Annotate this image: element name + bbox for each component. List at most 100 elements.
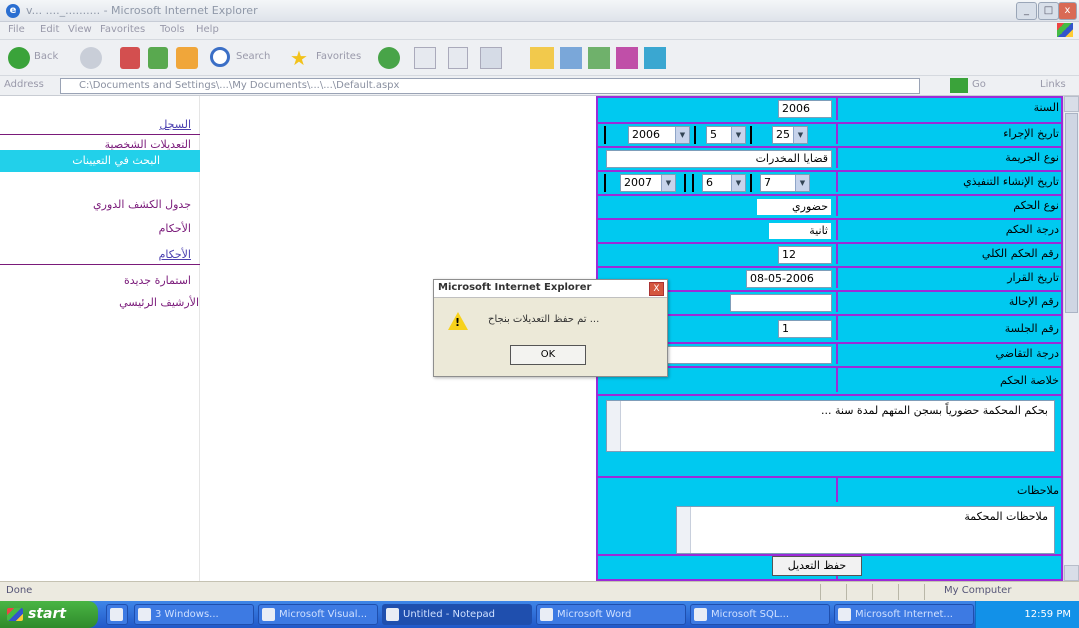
edit-page-icon[interactable]	[480, 47, 502, 69]
column-separator	[836, 268, 838, 288]
favorites-star-icon[interactable]: ★	[290, 47, 312, 69]
verdict-degree-field[interactable]: ثانية	[768, 222, 832, 240]
verdict-type-field[interactable]: حضوري	[756, 198, 832, 216]
session-number-label: رقم الجلسة	[1004, 322, 1059, 335]
crime-type-field[interactable]: قضايا المخدرات	[606, 150, 832, 168]
chevron-down-icon: ▼	[795, 175, 809, 191]
save-changes-button[interactable]: حفظ التعديل	[772, 556, 862, 576]
menu-tools[interactable]: Tools	[160, 24, 185, 35]
task-item[interactable]: Microsoft SQL...	[690, 604, 830, 625]
decision-date-field[interactable]: 08-05-2006	[746, 270, 832, 288]
sidebar-item-0[interactable]: السجل	[159, 118, 191, 131]
sidebar-item-6[interactable]: استمارة جديدة	[124, 274, 191, 287]
exec-date-label: تاريخ الإنشاء التنفيذي	[963, 175, 1059, 188]
notes-hint: ملاحظات المحكمة	[964, 510, 1048, 523]
exec-month-value: 6	[706, 176, 713, 189]
menu-file[interactable]: File	[8, 24, 25, 35]
task-item[interactable]: Microsoft Internet...	[834, 604, 974, 625]
task-item-active[interactable]: Untitled - Notepad	[382, 604, 532, 625]
task-label: 3 Windows...	[155, 609, 219, 620]
column-separator	[836, 478, 838, 502]
procedure-year-select[interactable]: 2006 ▼	[628, 126, 690, 144]
start-button[interactable]: start	[0, 601, 98, 628]
tool-icon-4[interactable]	[644, 47, 666, 69]
search-label[interactable]: Search	[236, 51, 270, 73]
go-arrow-icon[interactable]	[950, 78, 968, 93]
tool-icon-1[interactable]	[560, 47, 582, 69]
chevron-down-icon: ▼	[675, 127, 689, 143]
sidebar-divider	[0, 134, 200, 135]
task-item[interactable]: Microsoft Word	[536, 604, 686, 625]
close-window-button[interactable]: x	[1058, 2, 1077, 20]
back-label[interactable]: Back	[34, 51, 58, 73]
tool-icon-2[interactable]	[588, 47, 610, 69]
search-icon[interactable]	[210, 47, 230, 67]
exec-day-select[interactable]: 7 ▼	[760, 174, 810, 192]
status-bar: Done My Computer	[0, 581, 1079, 601]
scroll-thumb[interactable]	[1065, 113, 1078, 313]
procedure-month-select[interactable]: 5 ▼	[706, 126, 746, 144]
verdict-number-field[interactable]: 12	[778, 246, 832, 264]
forward-icon[interactable]	[80, 47, 102, 69]
task-label: Untitled - Notepad	[403, 609, 496, 620]
menu-help[interactable]: Help	[196, 24, 219, 35]
year-label: السنة	[1033, 101, 1059, 114]
task-label: Microsoft Internet...	[855, 609, 953, 620]
form-row-procedure-date: تاريخ الإجراء 2006 ▼ 5 ▼ 25 ▼	[598, 122, 1063, 144]
sidebar-item-3[interactable]: جدول الكشف الدوري	[93, 198, 191, 211]
procedure-day-select[interactable]: 25 ▼	[772, 126, 808, 144]
exec-month-select[interactable]: 6 ▼	[702, 174, 746, 192]
sidebar-item-4[interactable]: الأحكام	[159, 222, 191, 235]
folder-icon[interactable]	[530, 47, 554, 69]
year-field[interactable]: 2006	[778, 100, 832, 118]
scroll-up-button[interactable]	[1064, 96, 1079, 112]
history-icon[interactable]	[378, 47, 400, 69]
form-row-crime-type: نوع الجريمة قضايا المخدرات	[598, 146, 1063, 168]
status-zone: My Computer	[944, 585, 1012, 596]
page-scrollbar[interactable]	[1063, 96, 1079, 581]
sidebar-item-2[interactable]: البحث في التعيينات	[72, 154, 160, 167]
clock[interactable]: 12:59 PM	[1024, 609, 1071, 620]
chevron-down-icon: ▼	[661, 175, 675, 191]
summary-textarea[interactable]: بحكم المحكمة حضورياً بسجن المتهم لمدة سن…	[606, 400, 1055, 452]
task-item[interactable]: Microsoft Visual...	[258, 604, 378, 625]
sidebar-item-highlight[interactable]: البحث في التعيينات	[0, 150, 200, 172]
quick-launch-icon[interactable]	[106, 604, 128, 625]
sidebar-item-7[interactable]: الأرشيف الرئيسي	[119, 296, 199, 309]
home-icon[interactable]	[176, 47, 198, 69]
print-icon[interactable]	[448, 47, 468, 69]
scroll-down-button[interactable]	[1064, 565, 1079, 581]
go-button[interactable]: Go	[972, 79, 986, 90]
task-label: Microsoft SQL...	[711, 609, 790, 620]
favorites-label[interactable]: Favorites	[316, 51, 361, 73]
textarea-scrollbar[interactable]	[677, 507, 691, 553]
exec-year-select[interactable]: 2007 ▼	[620, 174, 676, 192]
menu-view[interactable]: View	[68, 24, 92, 35]
referral-number-label: رقم الإحالة	[1008, 295, 1059, 308]
dialog-ok-button[interactable]: OK	[510, 345, 586, 365]
dialog-close-button[interactable]: X	[649, 282, 664, 296]
address-input[interactable]: C:\Documents and Settings\...\My Documen…	[60, 78, 920, 94]
maximize-button[interactable]: □	[1038, 2, 1059, 20]
task-item[interactable]: 3 Windows...	[134, 604, 254, 625]
verdict-summary-label: خلاصة الحكم	[999, 374, 1059, 387]
task-label: Microsoft Word	[557, 609, 632, 620]
menu-edit[interactable]: Edit	[40, 24, 59, 35]
mail-icon[interactable]	[414, 47, 436, 69]
procedure-date-label: تاريخ الإجراء	[1003, 127, 1059, 140]
links-label[interactable]: Links	[1040, 79, 1066, 90]
textarea-scrollbar[interactable]	[607, 401, 621, 451]
referral-number-field[interactable]	[730, 294, 832, 312]
stop-icon[interactable]	[120, 47, 140, 69]
session-number-field[interactable]: 1	[778, 320, 832, 338]
refresh-icon[interactable]	[148, 47, 168, 69]
sidebar-item-5[interactable]: الأحكام	[159, 248, 191, 261]
exec-year-value: 2007	[624, 176, 652, 189]
notes-textarea[interactable]: ملاحظات المحكمة	[676, 506, 1055, 554]
tool-icon-3[interactable]	[616, 47, 638, 69]
summary-text: بحكم المحكمة حضورياً بسجن المتهم لمدة سن…	[821, 404, 1048, 417]
back-icon[interactable]	[8, 47, 30, 69]
toolbar: Back Search ★ Favorites	[0, 40, 1079, 76]
menu-favorites[interactable]: Favorites	[100, 24, 145, 35]
minimize-button[interactable]: _	[1016, 2, 1037, 20]
